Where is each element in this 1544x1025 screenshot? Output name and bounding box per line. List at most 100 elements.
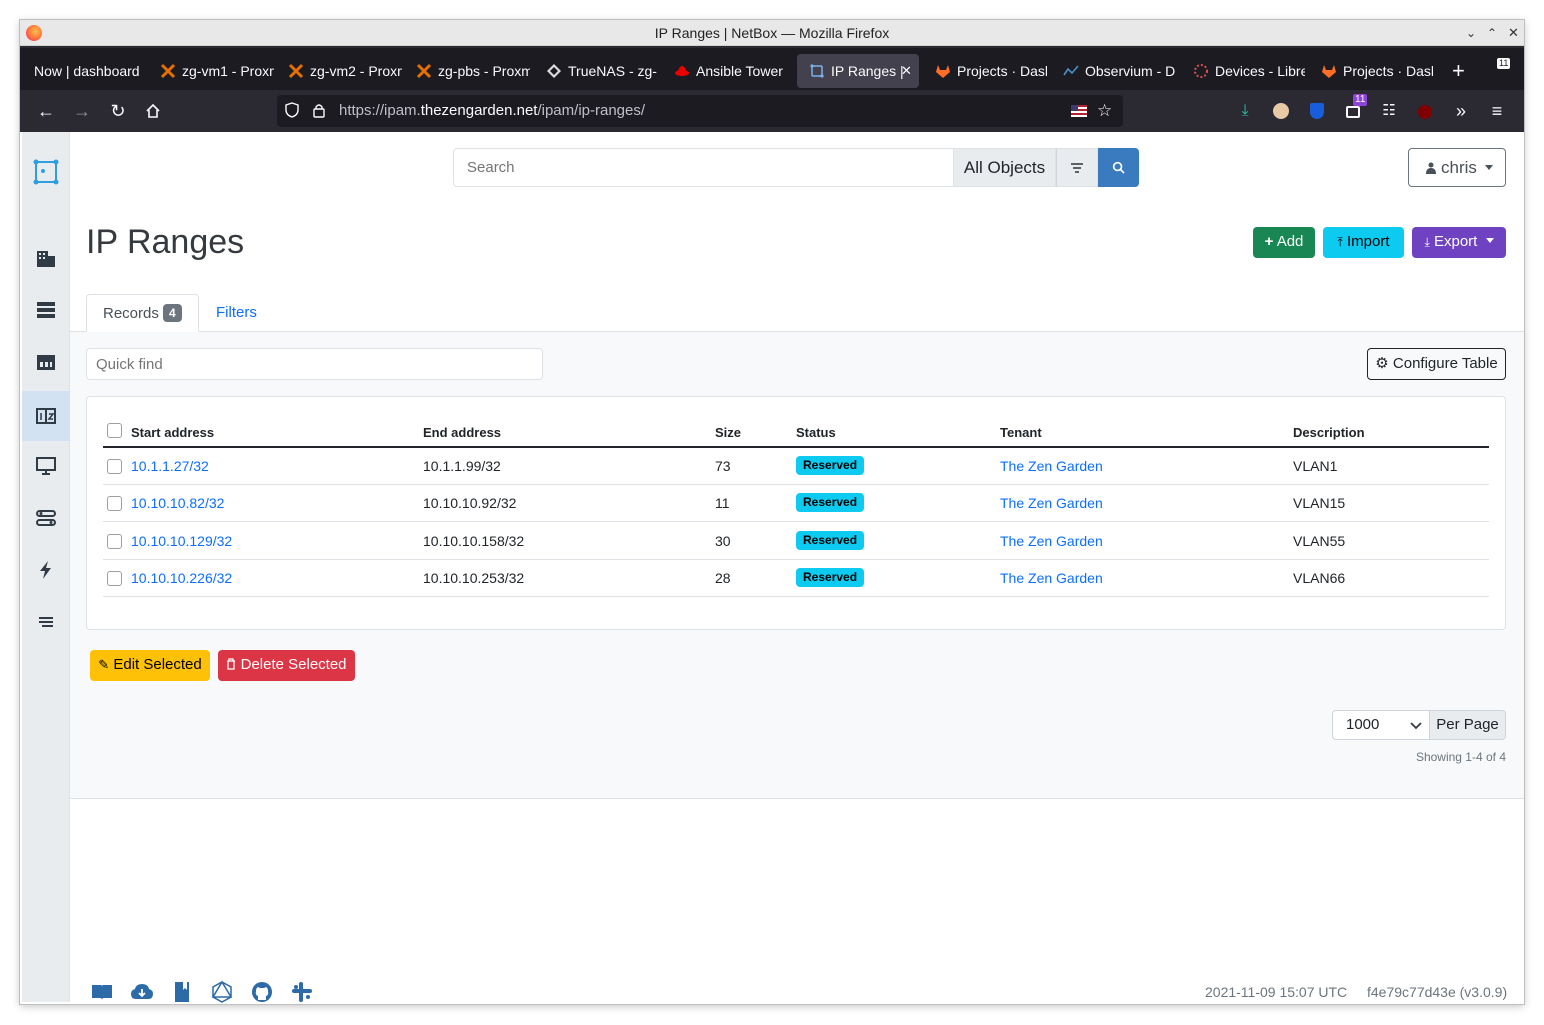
close-tab-icon[interactable]: ✕ <box>901 54 912 88</box>
tab-zg-vm1[interactable]: zg-vm1 - Proxmox <box>148 54 274 88</box>
export-button[interactable]: ⤓ Export <box>1412 227 1506 258</box>
reload-icon[interactable]: ↻ <box>104 97 132 125</box>
description: VLAN15 <box>1293 495 1346 511</box>
start-address-link[interactable]: 10.10.10.129/32 <box>131 533 232 549</box>
github-icon[interactable] <box>250 980 274 1004</box>
maximize-icon[interactable]: ⌃ <box>1487 20 1497 46</box>
hamburger-menu-icon[interactable]: ≡ <box>1483 97 1511 125</box>
ublock-icon[interactable] <box>1411 97 1439 125</box>
start-address-link[interactable]: 10.1.1.27/32 <box>131 458 209 474</box>
tab-records[interactable]: Records 4 <box>86 294 199 332</box>
footer-timestamp: 2021-11-09 15:07 UTC <box>1205 984 1348 1000</box>
proxmox-icon <box>416 63 432 79</box>
tab-now-dashboard[interactable]: Now | dashboard <box>22 54 146 88</box>
search-filter-button[interactable] <box>1056 148 1098 187</box>
ipam-icon[interactable] <box>22 391 70 441</box>
back-icon[interactable]: ← <box>32 97 60 125</box>
tab-zg-vm2[interactable]: zg-vm2 - Proxmox <box>276 54 402 88</box>
new-tab-icon[interactable]: + <box>1452 54 1465 88</box>
search-submit-button[interactable] <box>1098 148 1139 187</box>
tab-ip-ranges[interactable]: IP Ranges | ✕ <box>797 54 919 88</box>
graphql-icon[interactable] <box>210 980 234 1004</box>
per-page-value: 1000 <box>1346 716 1380 733</box>
tab-truenas[interactable]: TrueNAS - zg- <box>534 54 658 88</box>
tab-label: IP Ranges | <box>831 63 904 79</box>
col-header-end[interactable]: End address <box>423 425 501 440</box>
page-title: IP Ranges <box>86 223 245 261</box>
tab-gitlab-projects-2[interactable]: Projects · Dashboard <box>1309 54 1433 88</box>
forward-icon[interactable]: → <box>68 97 96 125</box>
row-checkbox[interactable] <box>107 534 122 549</box>
lock-icon[interactable] <box>313 95 327 127</box>
tab-label: Projects · Dashboard <box>957 63 1047 79</box>
tab-librenms-devices[interactable]: Devices - Libre <box>1181 54 1305 88</box>
add-button[interactable]: + Add <box>1253 227 1315 258</box>
tab-list-icon[interactable]: 11 <box>1494 58 1516 80</box>
add-label: Add <box>1276 233 1304 250</box>
downloads-icon[interactable]: ⤓ <box>1231 97 1259 125</box>
chevron-down-icon <box>1410 722 1422 730</box>
fence-extension-icon[interactable]: ☷ <box>1375 97 1403 125</box>
start-address-link[interactable]: 10.10.10.226/32 <box>131 570 232 586</box>
delete-selected-button[interactable]: Delete Selected <box>218 650 355 681</box>
row-checkbox[interactable] <box>107 459 122 474</box>
user-menu-button[interactable]: chris <box>1408 148 1506 187</box>
status-badge: Reserved <box>796 456 865 475</box>
col-header-tenant[interactable]: Tenant <box>1000 425 1042 440</box>
book-icon[interactable] <box>170 980 194 1004</box>
virtualization-icon[interactable] <box>22 443 70 489</box>
row-checkbox[interactable] <box>107 571 122 586</box>
tab-observium[interactable]: Observium - D <box>1051 54 1175 88</box>
url-bar[interactable]: https://ipam.thezengarden.net/ipam/ip-ra… <box>277 95 1123 127</box>
per-page-label-text: Per Page <box>1436 716 1499 733</box>
tracking-shield-icon[interactable] <box>285 95 301 127</box>
power-icon[interactable] <box>22 547 70 593</box>
col-header-status[interactable]: Status <box>796 425 836 440</box>
docs-icon[interactable] <box>90 980 114 1004</box>
col-header-size[interactable]: Size <box>715 425 741 440</box>
bookmark-star-icon[interactable]: ☆ <box>1097 95 1112 127</box>
table-row: 10.10.10.226/32 10.10.10.253/32 28 Reser… <box>103 560 1489 597</box>
other-icon[interactable] <box>22 599 70 645</box>
table-row: 10.10.10.82/32 10.10.10.92/32 11 Reserve… <box>103 485 1489 522</box>
col-header-description[interactable]: Description <box>1293 425 1365 440</box>
circuits-icon[interactable] <box>22 495 70 541</box>
configure-table-button[interactable]: ⚙ Configure Table <box>1367 348 1506 380</box>
minimize-icon[interactable]: ⌄ <box>1466 20 1476 46</box>
netbox-logo-icon[interactable] <box>22 149 70 195</box>
tab-zg-pbs[interactable]: zg-pbs - Proxmox <box>404 54 530 88</box>
tab-label: zg-vm2 - Proxmox <box>310 63 402 79</box>
select-all-checkbox[interactable] <box>107 423 122 438</box>
more-tools-icon[interactable]: » <box>1447 97 1475 125</box>
search-scope-select[interactable]: All Objects <box>953 148 1056 187</box>
records-panel: ⚙ Configure Table Start address End addr… <box>70 332 1524 799</box>
redhat-icon <box>675 66 689 76</box>
quick-find-input[interactable] <box>86 348 543 380</box>
edit-selected-button[interactable]: ✎ Edit Selected <box>90 650 210 681</box>
per-page-select[interactable]: 1000 <box>1332 710 1430 740</box>
tenant-link[interactable]: The Zen Garden <box>1000 570 1103 586</box>
search-input[interactable] <box>453 148 953 187</box>
start-address-link[interactable]: 10.10.10.82/32 <box>131 495 224 511</box>
connections-icon[interactable] <box>22 339 70 385</box>
import-button[interactable]: ⤒ Import <box>1323 227 1404 258</box>
home-icon[interactable] <box>139 97 167 125</box>
tenant-link[interactable]: The Zen Garden <box>1000 533 1103 549</box>
devices-icon[interactable] <box>22 287 70 333</box>
export-caret-icon <box>1485 238 1494 243</box>
tab-ansible-tower[interactable]: Ansible Tower <box>662 54 786 88</box>
tenant-link[interactable]: The Zen Garden <box>1000 495 1103 511</box>
tab-filters[interactable]: Filters <box>216 304 257 321</box>
close-window-icon[interactable]: ✕ <box>1508 20 1519 46</box>
plus-icon: + <box>1264 233 1274 250</box>
slack-icon[interactable] <box>290 980 314 1004</box>
organization-icon[interactable] <box>22 235 70 281</box>
tenant-link[interactable]: The Zen Garden <box>1000 458 1103 474</box>
extension-badge-icon[interactable]: 11 <box>1339 94 1368 125</box>
col-header-start[interactable]: Start address <box>131 425 214 440</box>
row-checkbox[interactable] <box>107 496 122 511</box>
api-icon[interactable] <box>130 980 154 1004</box>
bitwarden-icon[interactable] <box>1303 97 1331 125</box>
extension-avatar-icon[interactable] <box>1267 97 1295 125</box>
tab-gitlab-projects-1[interactable]: Projects · Dashboard <box>923 54 1047 88</box>
